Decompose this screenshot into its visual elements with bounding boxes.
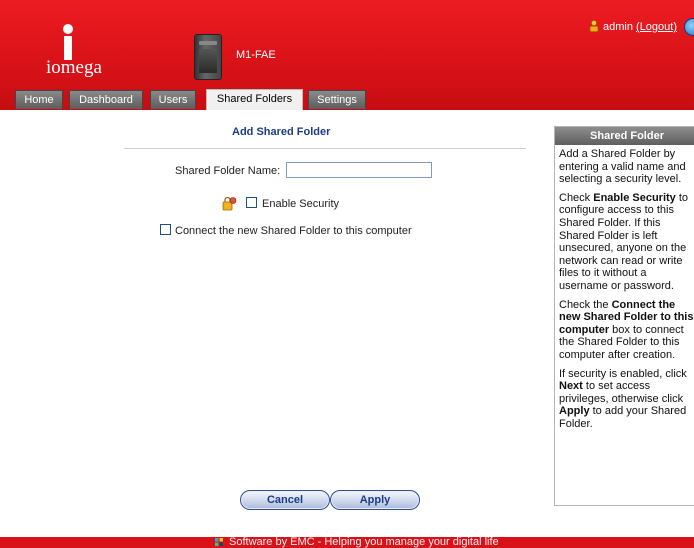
iomega-logo[interactable]: iomega: [46, 24, 116, 80]
app-header: iomega M1-FAE admin (Logout) Home Dashbo…: [0, 0, 694, 110]
enable-security-label[interactable]: Enable Security: [262, 198, 339, 210]
title-divider: [124, 148, 526, 149]
cancel-button[interactable]: Cancel: [240, 490, 330, 510]
logo-text: iomega: [46, 57, 102, 78]
connect-folder-label[interactable]: Connect the new Shared Folder to this co…: [175, 225, 412, 237]
logo-dot: [63, 24, 73, 34]
footer-text: Software by EMC - Helping you manage you…: [229, 536, 499, 548]
help-paragraph: Check the Connect the new Shared Folder …: [559, 298, 694, 361]
device-icon: [194, 34, 222, 80]
device-name: M1-FAE: [236, 49, 276, 61]
globe-icon[interactable]: [684, 18, 694, 36]
apply-button[interactable]: Apply: [330, 490, 420, 510]
help-paragraph: Add a Shared Folder by entering a valid …: [559, 148, 686, 186]
connect-folder-checkbox[interactable]: [160, 224, 171, 235]
tab-dashboard[interactable]: Dashboard: [69, 90, 143, 109]
folder-name-input[interactable]: [286, 162, 432, 178]
folder-name-label: Shared Folder Name:: [175, 165, 281, 177]
security-lock-icon: [222, 196, 237, 211]
emc-logo-icon: [215, 538, 223, 546]
tab-settings[interactable]: Settings: [308, 90, 366, 109]
user-icon: [589, 20, 599, 32]
page-title: Add Shared Folder: [232, 126, 331, 138]
help-panel: Shared Folder Add a Shared Folder by ent…: [554, 126, 694, 506]
footer-bar: Software by EMC - Helping you manage you…: [0, 537, 694, 548]
help-panel-body: Add a Shared Folder by entering a valid …: [555, 145, 694, 430]
username: admin: [603, 21, 633, 33]
tab-home[interactable]: Home: [15, 90, 63, 109]
tab-users[interactable]: Users: [150, 90, 196, 109]
user-info: admin (Logout): [589, 20, 677, 33]
tab-shared-folders[interactable]: Shared Folders: [206, 89, 303, 110]
logout-link[interactable]: (Logout): [636, 21, 677, 33]
enable-security-checkbox[interactable]: [246, 197, 257, 208]
help-paragraph: If security is enabled, click Next to se…: [559, 367, 687, 430]
help-panel-title: Shared Folder: [555, 127, 694, 145]
help-paragraph: Check Enable Security to configure acces…: [559, 191, 689, 292]
